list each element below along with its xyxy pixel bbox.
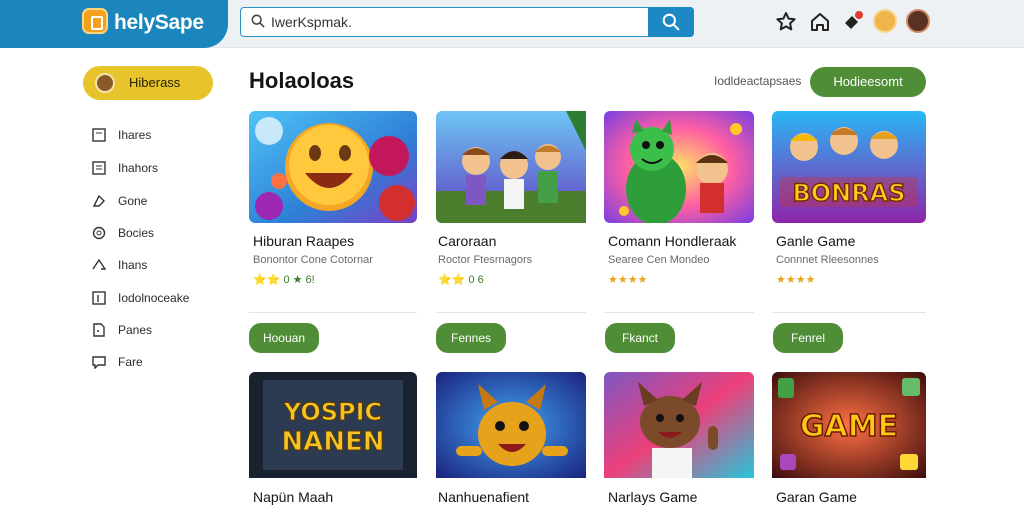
- title-game-art: YOSPIC NANEN: [249, 372, 417, 478]
- game-thumbnail[interactable]: [604, 111, 754, 223]
- tag-icon: [92, 194, 105, 207]
- card-subtitle: Roctor Ftesrnagors: [438, 254, 533, 266]
- card-divider: [772, 312, 926, 313]
- top-bar: helySape: [0, 0, 1024, 48]
- bar-icon: [92, 291, 106, 305]
- view-all-link[interactable]: Iodldeactapsaes: [714, 74, 801, 88]
- game-thumbnail[interactable]: BONRAS: [772, 111, 926, 223]
- wolf-game-art: [604, 372, 754, 478]
- card-title[interactable]: Ganle Game: [776, 233, 855, 249]
- card-rating: ⭐⭐ 0 6: [438, 274, 484, 286]
- game-thumbnail[interactable]: [249, 111, 417, 223]
- card-subtitle: Connnet Rleesonnes: [776, 254, 879, 266]
- card-title[interactable]: Nanhuenafient: [438, 489, 529, 505]
- game-thumbnail[interactable]: YOSPIC NANEN: [249, 372, 417, 484]
- square-icon: [92, 128, 106, 142]
- profile-avatar-icon[interactable]: [906, 9, 930, 33]
- game-thumbnail[interactable]: [604, 372, 754, 484]
- star-icon[interactable]: [774, 10, 798, 34]
- monster-game-art: [604, 111, 754, 223]
- brand-logo-icon: [82, 8, 108, 34]
- creature-game-art: [436, 372, 586, 478]
- search-icon: [251, 14, 265, 28]
- search-input[interactable]: [271, 12, 641, 32]
- sidebar-item-ihans[interactable]: Ihans: [92, 256, 222, 276]
- brand-area[interactable]: helySape: [0, 0, 228, 48]
- card-rating: ★★★★: [776, 274, 816, 286]
- notification-icon[interactable]: [840, 10, 864, 34]
- candy-game-art: GAME: [772, 372, 926, 478]
- card-title[interactable]: Napün Maah: [253, 489, 333, 505]
- art-text: GAME: [800, 409, 898, 444]
- card-divider: [249, 312, 417, 313]
- game-thumbnail[interactable]: [436, 111, 604, 223]
- user-icon: [95, 73, 115, 93]
- primary-action-button[interactable]: Hodieesomt: [810, 67, 926, 97]
- kids-adventure-art: [436, 111, 586, 223]
- sidebar-item-label: Fare: [118, 355, 143, 369]
- emoji-game-art: [249, 111, 417, 223]
- game-thumbnail[interactable]: [436, 372, 586, 484]
- chat-icon: [92, 356, 106, 369]
- sidebar-item-label: Ihahors: [118, 161, 159, 175]
- search-button[interactable]: [648, 6, 694, 37]
- art-text: NANEN: [281, 427, 384, 457]
- card-action-button[interactable]: Hoouan: [249, 323, 319, 353]
- card-title[interactable]: Hiburan Raapes: [253, 233, 354, 249]
- list-icon: [92, 161, 106, 175]
- card-divider: [604, 312, 754, 313]
- sidebar-item-label: Panes: [118, 323, 153, 337]
- card-title[interactable]: Narlays Game: [608, 489, 697, 505]
- home-icon[interactable]: [808, 10, 832, 34]
- flag-icon: [92, 258, 106, 270]
- sidebar-item-label: Ihares: [118, 128, 152, 142]
- card-rating: ⭐⭐ 0 ★ 6!: [253, 274, 315, 286]
- sidebar-item-gone[interactable]: Gone: [92, 192, 222, 212]
- search-button-icon: [662, 13, 680, 31]
- search-bar: [240, 6, 694, 37]
- user-avatar-icon[interactable]: [873, 9, 897, 33]
- game-thumbnail[interactable]: GAME: [772, 372, 926, 484]
- art-text: YOSPIC: [283, 398, 382, 426]
- card-subtitle: Bonontor Cone Cotornar: [253, 254, 373, 266]
- card-rating: ★★★★: [608, 274, 648, 286]
- card-divider: [436, 312, 586, 313]
- circle-icon: [92, 226, 106, 240]
- card-subtitle: Searee Cen Mondeo: [608, 254, 710, 266]
- sidebar-item-active[interactable]: Hiberass: [83, 66, 213, 100]
- card-action-button[interactable]: Fenrel: [773, 323, 843, 353]
- sidebar-item-bocies[interactable]: Bocies: [92, 224, 222, 244]
- sidebar-item-label: Ihans: [118, 258, 148, 272]
- card-title[interactable]: Comann Hondleraak: [608, 233, 736, 249]
- sidebar-item-fare[interactable]: Fare: [92, 353, 222, 373]
- sidebar-item-label: Bocies: [118, 226, 155, 240]
- card-action-button[interactable]: Fkanct: [605, 323, 675, 353]
- brand-name: helySape: [114, 11, 204, 34]
- group-game-art: BONRAS: [772, 111, 926, 223]
- sidebar-item-iodolnoceake[interactable]: Iodolnoceake: [92, 289, 222, 309]
- sidebar-item-label: Gone: [118, 194, 148, 208]
- page-icon: [93, 323, 105, 337]
- art-text: BONRAS: [792, 179, 905, 207]
- sidebar-active-label: Hiberass: [129, 75, 181, 90]
- sidebar-item-ihares[interactable]: Ihares: [92, 126, 222, 146]
- card-title[interactable]: Caroraan: [438, 233, 496, 249]
- card-action-button[interactable]: Fennes: [436, 323, 506, 353]
- sidebar-item-panes[interactable]: Panes: [92, 321, 222, 341]
- sidebar-item-label: Iodolnoceake: [118, 291, 190, 305]
- card-title[interactable]: Garan Game: [776, 489, 857, 505]
- page-title: Holaoloas: [249, 68, 355, 93]
- sidebar-item-ihahors[interactable]: Ihahors: [92, 159, 222, 179]
